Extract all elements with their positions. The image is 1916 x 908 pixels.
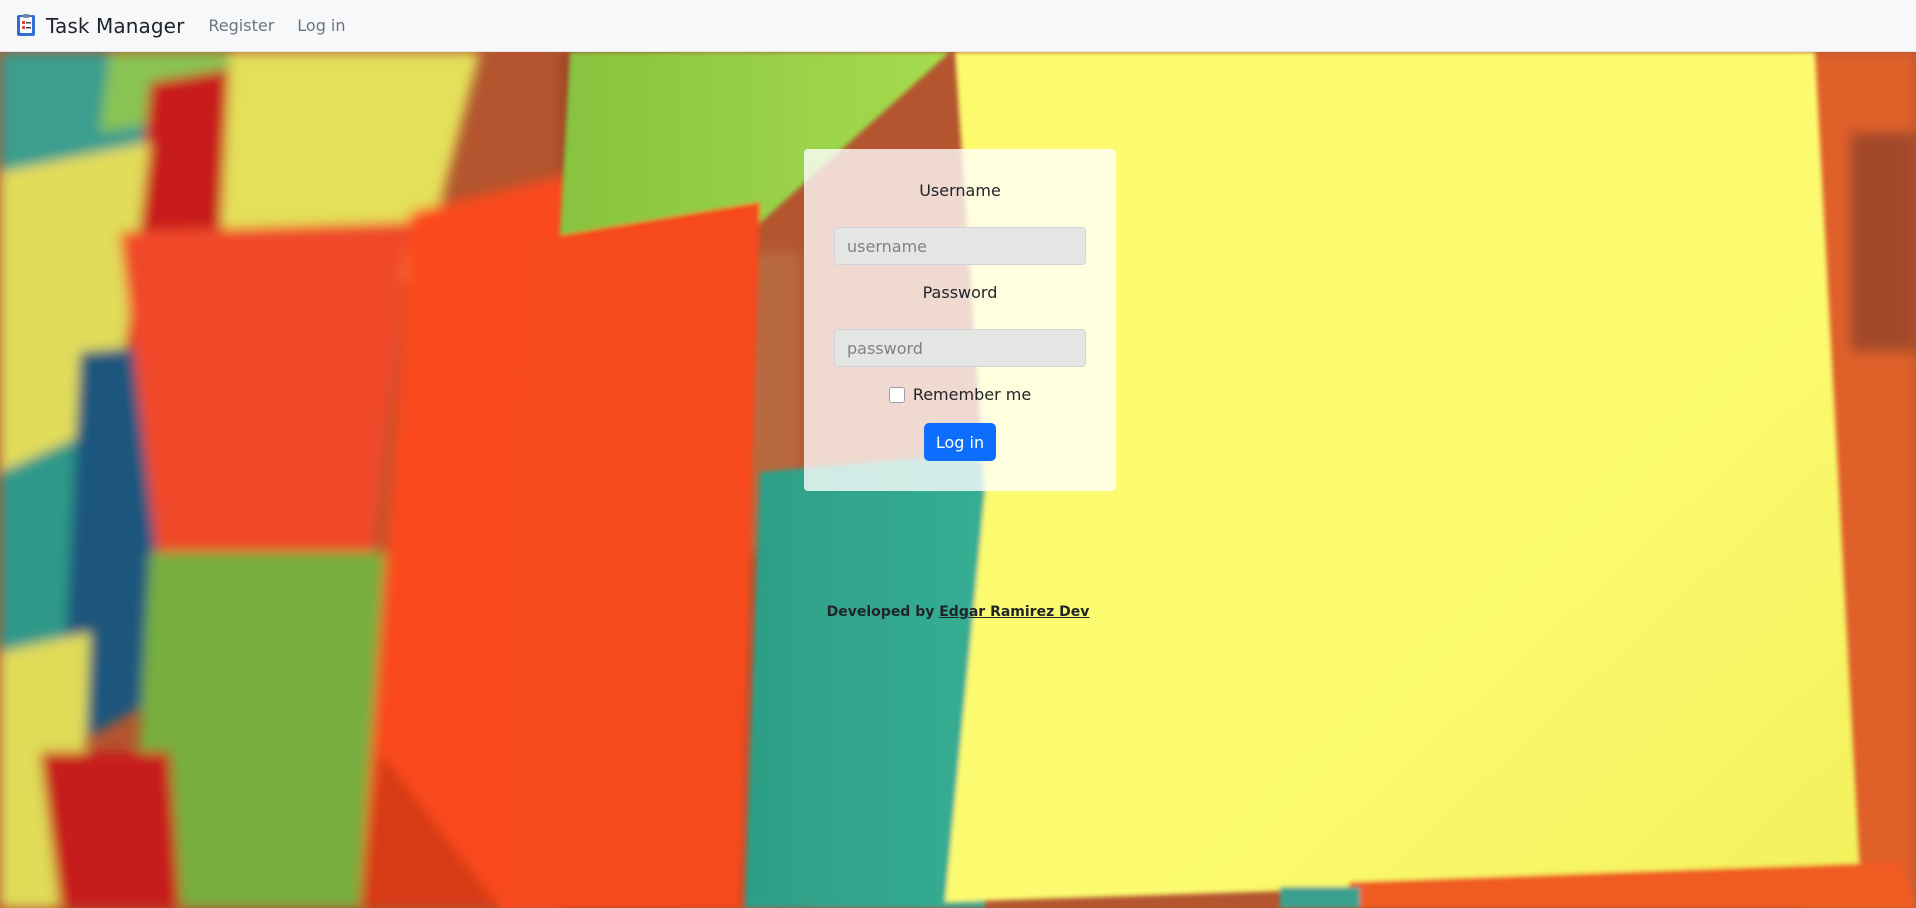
footer: Developed by Edgar Ramirez Dev	[0, 604, 1916, 620]
task-list-icon	[16, 14, 36, 37]
remember-me-label: Remember me	[912, 385, 1032, 404]
navbar: Task Manager Register Log in	[0, 0, 1916, 52]
remember-me-checkbox[interactable]	[888, 386, 905, 403]
username-input[interactable]	[834, 227, 1086, 265]
username-label: Username	[919, 181, 1001, 200]
nav-link-register[interactable]: Register	[208, 16, 274, 35]
brand-link[interactable]: Task Manager	[16, 14, 184, 38]
password-input[interactable]	[834, 329, 1086, 367]
login-button[interactable]: Log in	[924, 423, 996, 461]
remember-me-row: Remember me	[804, 385, 1116, 404]
nav-link-login[interactable]: Log in	[297, 16, 345, 35]
brand-title: Task Manager	[46, 13, 185, 38]
password-label: Password	[922, 283, 998, 302]
author-link[interactable]: Edgar Ramirez Dev	[939, 604, 1089, 620]
footer-prefix: Developed by	[826, 604, 935, 620]
login-card: Username Password Remember me Log in	[804, 149, 1116, 491]
